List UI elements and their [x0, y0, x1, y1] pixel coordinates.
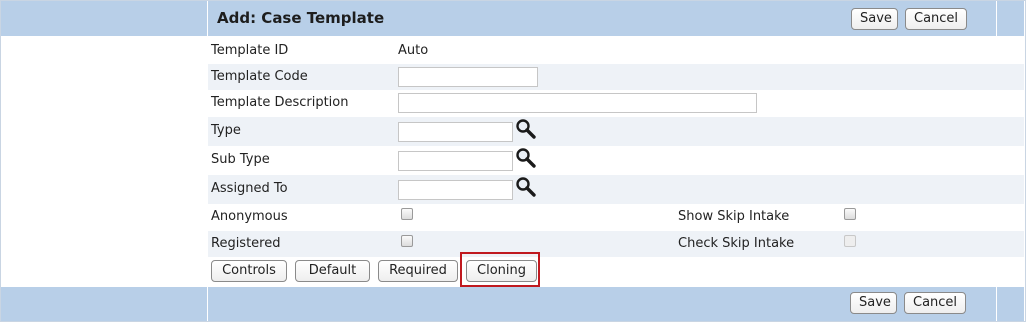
type-label: Type: [211, 123, 241, 138]
assigned-to-lookup-magnifier-icon[interactable]: [515, 176, 537, 198]
anonymous-label: Anonymous: [211, 209, 288, 224]
show-skip-intake-label: Show Skip Intake: [678, 209, 790, 224]
registered-label: Registered: [211, 236, 281, 251]
template-code-input[interactable]: [398, 67, 538, 87]
row-assigned-to: [208, 175, 1024, 204]
cloning-highlight-box: [460, 252, 540, 287]
check-skip-intake-checkbox: [844, 235, 856, 247]
header-divider: [207, 1, 208, 36]
sub-type-lookup-magnifier-icon[interactable]: [515, 147, 537, 169]
type-input[interactable]: [398, 122, 513, 142]
footer-divider: [207, 287, 208, 321]
save-button[interactable]: Save: [851, 8, 898, 30]
assigned-to-label: Assigned To: [211, 181, 288, 196]
sub-type-label: Sub Type: [211, 152, 270, 167]
footer-save-button[interactable]: Save: [850, 292, 897, 314]
template-description-input[interactable]: [398, 93, 757, 113]
template-id-value: Auto: [398, 43, 429, 58]
header-right-divider: [996, 1, 997, 36]
row-template-code: [208, 64, 1024, 90]
show-skip-intake-checkbox[interactable]: [844, 208, 856, 220]
type-lookup-magnifier-icon[interactable]: [515, 118, 537, 140]
required-button[interactable]: Required: [378, 260, 458, 282]
template-code-label: Template Code: [211, 69, 308, 84]
page-title: Add: Case Template: [217, 9, 385, 27]
row-registered: [208, 231, 1024, 257]
footer-cancel-button[interactable]: Cancel: [904, 292, 966, 314]
row-type: [208, 117, 1024, 146]
check-skip-intake-label: Check Skip Intake: [678, 236, 795, 251]
assigned-to-input[interactable]: [398, 180, 513, 200]
anonymous-checkbox[interactable]: [401, 208, 413, 220]
controls-button[interactable]: Controls: [211, 260, 287, 282]
template-description-label: Template Description: [211, 95, 349, 110]
sub-type-input[interactable]: [398, 151, 513, 171]
default-button[interactable]: Default: [295, 260, 370, 282]
cancel-button[interactable]: Cancel: [905, 8, 967, 30]
registered-checkbox[interactable]: [401, 235, 413, 247]
footer-right-divider: [996, 287, 997, 321]
template-id-label: Template ID: [211, 43, 289, 58]
